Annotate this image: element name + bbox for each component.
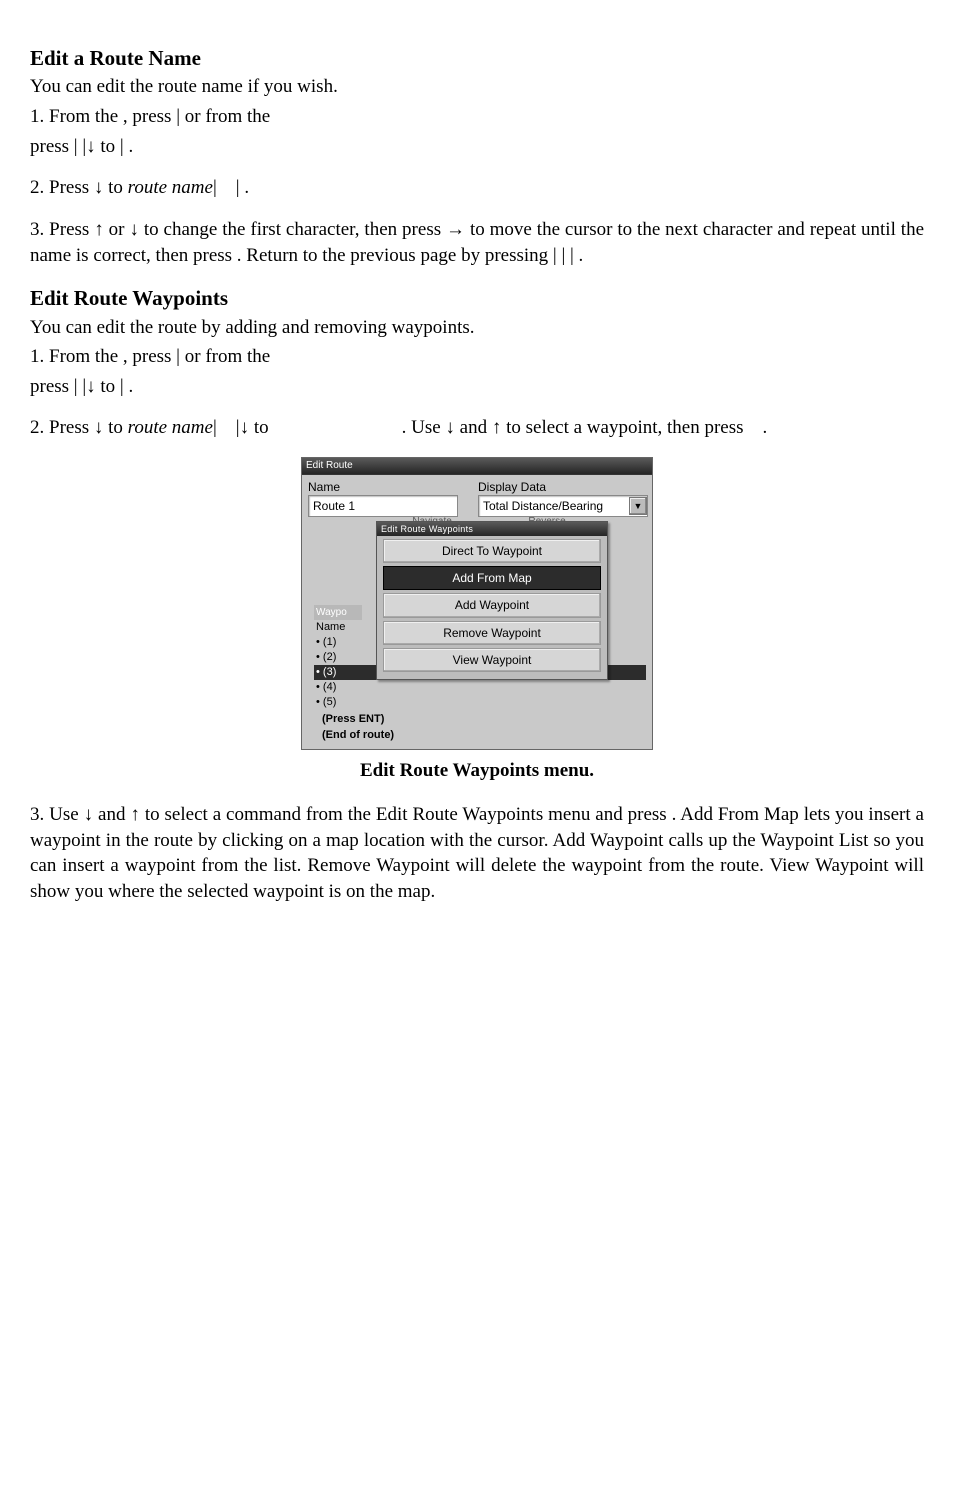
edit-route-dialog: Edit Route Name Route 1 Display Data Tot… [301, 457, 653, 750]
s1-step3: 3. Press ↑ or ↓ to change the first char… [30, 217, 924, 268]
s2-step1-line1: 1. From the , press | or from the [30, 344, 924, 370]
s1-step1-line2: press | |↓ to | . [30, 134, 924, 160]
dialog-titlebar: Edit Route [302, 458, 652, 475]
menu-add-waypoint[interactable]: Add Waypoint [383, 593, 601, 617]
menu-remove-waypoint[interactable]: Remove Waypoint [383, 621, 601, 645]
list-item[interactable]: • (5) [314, 695, 646, 710]
text: | or from the [176, 106, 270, 127]
intro-edit-route-waypoints: You can edit the route by adding and rem… [30, 315, 924, 341]
displaydata-column: Display Data Total Distance/Bearing ▼ [478, 479, 648, 517]
chevron-down-icon[interactable]: ▼ [629, 497, 647, 515]
edit-route-waypoints-menu: Edit Route Waypoints Direct To Waypoint … [376, 521, 608, 680]
name-column: Name Route 1 [308, 479, 458, 517]
col-waypo: Waypo [314, 605, 362, 621]
list-item[interactable]: • (4) [314, 680, 646, 695]
name-input[interactable]: Route 1 [308, 495, 458, 517]
intro-edit-route-name: You can edit the route name if you wish. [30, 74, 924, 100]
end-of-route-hint: (End of route) [322, 728, 646, 743]
dialog-body: Navigate Reverse Waypo Name • (1) • (2) … [302, 519, 652, 749]
popup-title: Edit Route Waypoints [377, 522, 607, 536]
menu-direct-to-waypoint[interactable]: Direct To Waypoint [383, 539, 601, 563]
text: , press [123, 106, 176, 127]
name-label: Name [308, 479, 458, 495]
heading-edit-route-waypoints: Edit Route Waypoints [30, 284, 924, 312]
dialog-screenshot: Edit Route Name Route 1 Display Data Tot… [30, 457, 924, 750]
displaydata-value: Total Distance/Bearing [479, 496, 629, 516]
displaydata-label: Display Data [478, 479, 648, 495]
menu-view-waypoint[interactable]: View Waypoint [383, 648, 601, 672]
figure-caption: Edit Route Waypoints menu. [30, 758, 924, 784]
menu-add-from-map[interactable]: Add From Map [383, 566, 601, 590]
press-ent-hint: (Press ENT) [322, 712, 646, 727]
s2-step1-line2: press | |↓ to | . [30, 374, 924, 400]
s1-step2: 2. Press ↓ to route name| | . [30, 175, 924, 201]
s2-step2: 2. Press ↓ to route name| |↓ to . Use ↓ … [30, 415, 924, 441]
heading-edit-route-name: Edit a Route Name [30, 44, 924, 72]
s2-step3: 3. Use ↓ and ↑ to select a command from … [30, 802, 924, 905]
s1-step1-line1: 1. From the , press | or from the [30, 104, 924, 130]
displaydata-select[interactable]: Total Distance/Bearing ▼ [478, 495, 648, 517]
text: 1. From the [30, 106, 123, 127]
